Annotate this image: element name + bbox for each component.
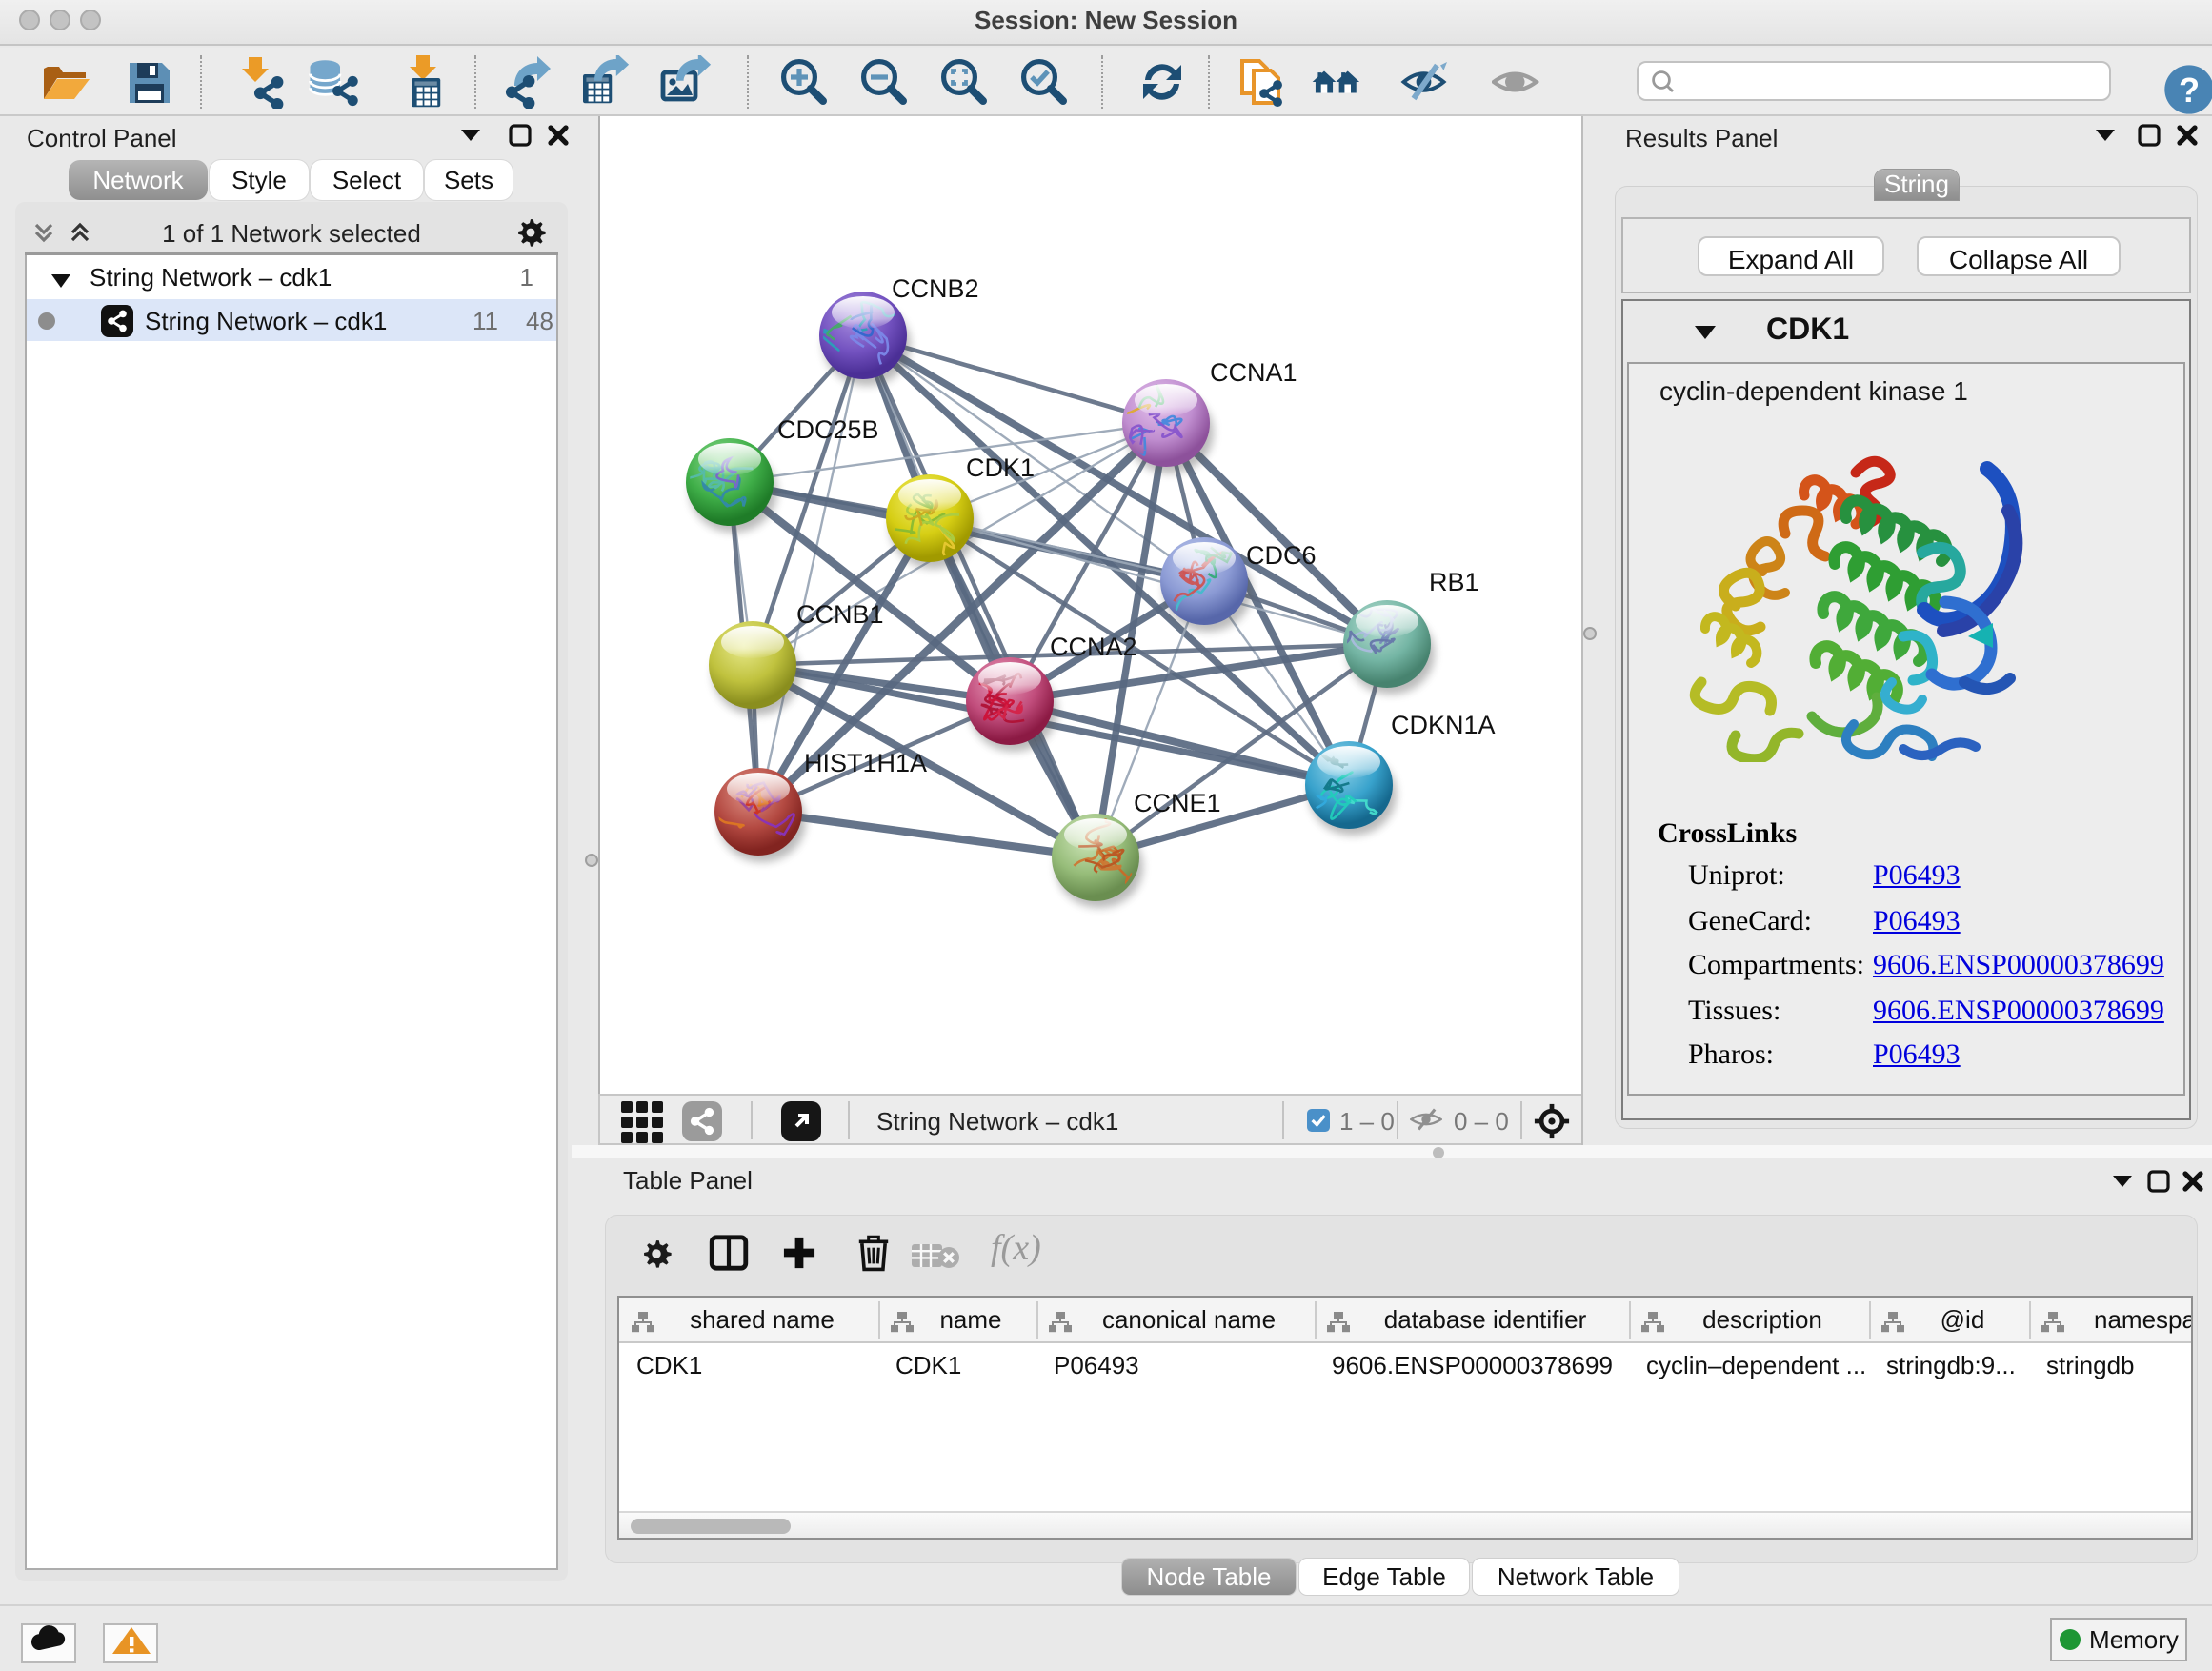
svg-text:CDC6: CDC6: [1246, 541, 1317, 570]
svg-text:CDKN1A: CDKN1A: [1391, 711, 1496, 739]
svg-text:?: ?: [2179, 70, 2200, 110]
svg-text:CCNE1: CCNE1: [1134, 789, 1221, 817]
svg-text:HIST1H1A: HIST1H1A: [804, 749, 927, 777]
svg-text:CCNA2: CCNA2: [1050, 633, 1137, 661]
svg-text:CDK1: CDK1: [966, 453, 1035, 482]
svg-text:CCNB2: CCNB2: [892, 274, 979, 303]
svg-text:CDC25B: CDC25B: [777, 415, 879, 444]
svg-text:CCNB1: CCNB1: [796, 600, 884, 629]
svg-text:CCNA1: CCNA1: [1210, 358, 1297, 387]
svg-text:RB1: RB1: [1429, 568, 1479, 596]
